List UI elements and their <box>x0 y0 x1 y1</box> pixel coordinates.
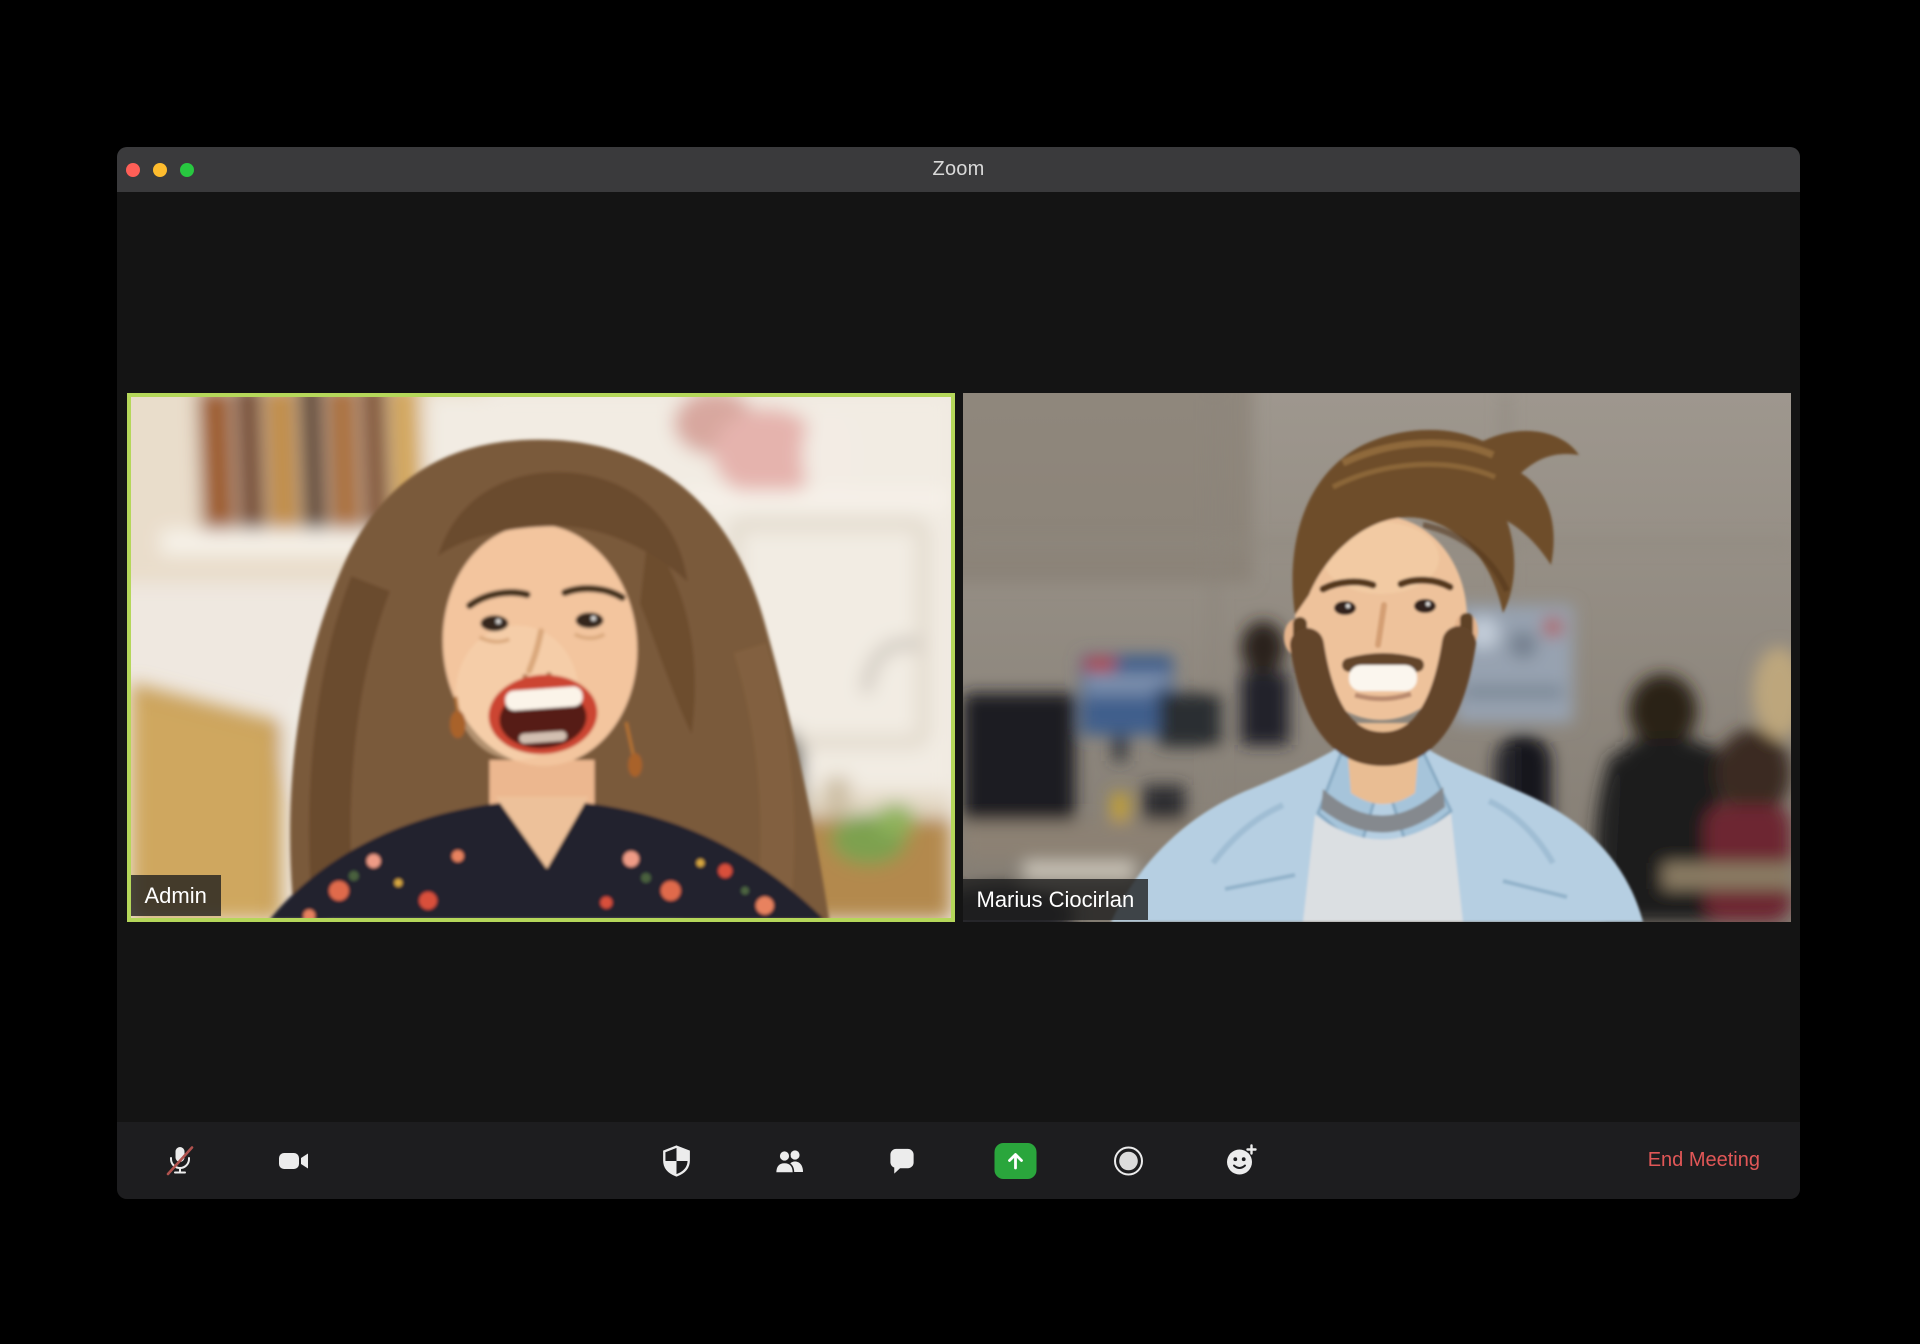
record-icon <box>1113 1146 1143 1175</box>
security-button[interactable] <box>652 1131 700 1191</box>
record-button[interactable] <box>1104 1131 1152 1191</box>
chat-button[interactable] <box>878 1131 926 1191</box>
reactions-icon <box>1226 1143 1257 1174</box>
toolbar-left-group <box>156 1122 318 1199</box>
participant-name-badge: Marius Ciocirlan <box>962 878 1149 920</box>
video-tile-marius[interactable]: Marius Ciocirlan <box>962 392 1791 922</box>
minimize-window-button[interactable] <box>153 162 167 177</box>
share-screen-pill <box>994 1142 1036 1179</box>
meeting-toolbar: End Meeting <box>117 1122 1800 1199</box>
mute-button[interactable] <box>156 1131 204 1191</box>
toolbar-center-group <box>652 1122 1265 1199</box>
participant-name-badge: Admin <box>130 874 221 916</box>
video-camera-icon <box>279 1152 308 1169</box>
video-button[interactable] <box>270 1131 318 1191</box>
zoom-window: Zoom Admin Marius Ciocirlan End Meeting <box>117 147 1800 1199</box>
security-shield-icon <box>662 1144 690 1177</box>
toolbar-right-group: End Meeting <box>1648 1122 1760 1199</box>
microphone-muted-icon <box>166 1145 194 1175</box>
chat-bubble-icon <box>890 1148 914 1174</box>
participants-icon <box>774 1149 803 1174</box>
close-window-button[interactable] <box>126 162 140 177</box>
zoom-window-button[interactable] <box>180 162 194 177</box>
participants-button[interactable] <box>765 1131 813 1191</box>
video-tile-admin[interactable]: Admin <box>126 392 955 922</box>
share-screen-icon <box>1007 1152 1023 1169</box>
admin-video-feed <box>130 396 951 918</box>
desktop-background: Zoom Admin Marius Ciocirlan End Meeting <box>0 0 1920 1344</box>
marius-video-feed <box>962 392 1791 922</box>
reactions-button[interactable] <box>1217 1131 1265 1191</box>
window-titlebar[interactable]: Zoom <box>117 147 1800 192</box>
window-title: Zoom <box>932 158 985 180</box>
window-controls <box>126 162 194 177</box>
video-gallery: Admin Marius Ciocirlan <box>117 192 1800 1122</box>
share-screen-button[interactable] <box>991 1131 1039 1191</box>
end-meeting-button[interactable]: End Meeting <box>1648 1149 1760 1172</box>
